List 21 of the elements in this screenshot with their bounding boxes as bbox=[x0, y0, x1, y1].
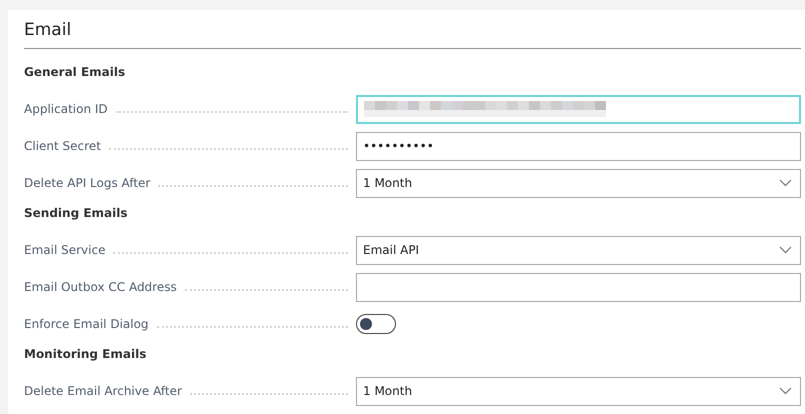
section-heading: General Emails bbox=[24, 64, 126, 80]
field-label: Delete Email Archive After bbox=[24, 383, 182, 400]
section-heading: Sending Emails bbox=[24, 204, 129, 222]
field-label: Application ID bbox=[24, 101, 108, 118]
dropdown-field[interactable]: 1 Month bbox=[356, 376, 801, 406]
field-label: Delete API Logs After bbox=[24, 175, 150, 192]
chevron-down-icon bbox=[779, 386, 792, 394]
dropdown-field[interactable]: Email API bbox=[356, 236, 801, 264]
field-label: Email Service bbox=[24, 242, 106, 259]
chevron-down-icon bbox=[779, 246, 792, 254]
input-field[interactable] bbox=[356, 272, 801, 302]
toggle-switch[interactable] bbox=[356, 314, 396, 334]
field-label: Client Secret bbox=[24, 138, 101, 155]
field-label: Enforce Email Dialog bbox=[24, 316, 149, 333]
dropdown-field[interactable]: 1 Month bbox=[356, 168, 801, 198]
input-field[interactable]: •••••••••• bbox=[356, 132, 801, 160]
field-label: Email Outbox CC Address bbox=[24, 279, 177, 296]
section-heading: Monitoring Emails bbox=[24, 346, 148, 363]
chevron-down-icon bbox=[779, 178, 792, 186]
page-title: Email bbox=[24, 18, 801, 48]
input-field[interactable] bbox=[356, 94, 801, 124]
